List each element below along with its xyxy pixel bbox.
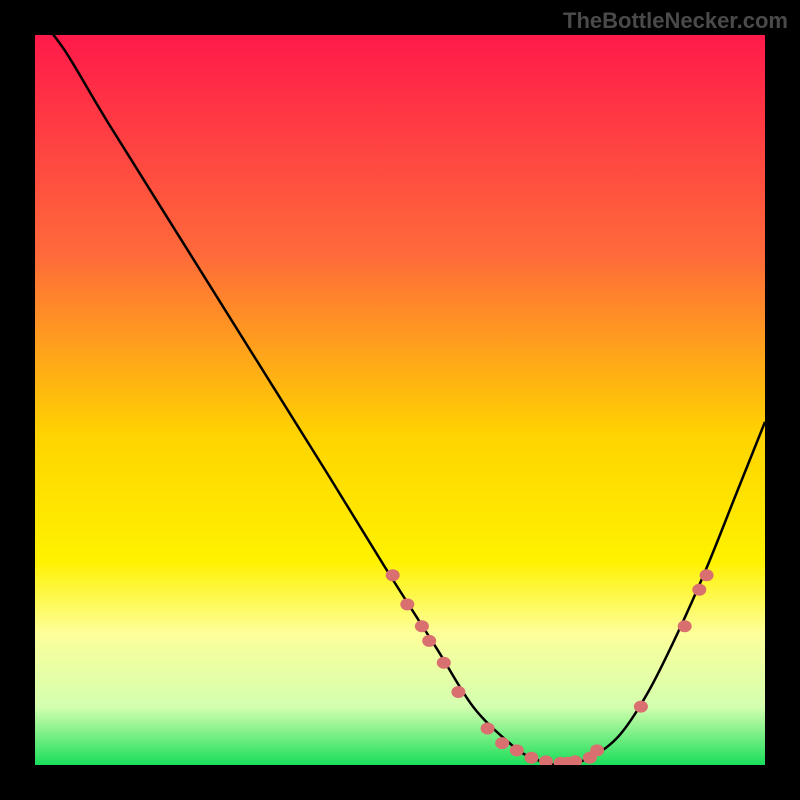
data-point <box>415 620 429 632</box>
curve-layer <box>35 35 765 765</box>
data-point <box>539 755 553 765</box>
data-point <box>634 701 648 713</box>
data-point <box>422 635 436 647</box>
data-point <box>524 752 538 764</box>
bottleneck-curve <box>35 35 765 765</box>
data-point <box>400 598 414 610</box>
data-point <box>590 744 604 756</box>
data-point <box>510 744 524 756</box>
data-point <box>700 569 714 581</box>
data-point <box>678 620 692 632</box>
data-point <box>481 723 495 735</box>
data-point <box>495 737 509 749</box>
marker-group <box>386 569 714 765</box>
data-point <box>692 584 706 596</box>
data-point <box>451 686 465 698</box>
data-point <box>568 755 582 765</box>
data-point <box>386 569 400 581</box>
data-point <box>437 657 451 669</box>
chart-plot-area <box>35 35 765 765</box>
watermark-text: TheBottleNecker.com <box>563 8 788 34</box>
